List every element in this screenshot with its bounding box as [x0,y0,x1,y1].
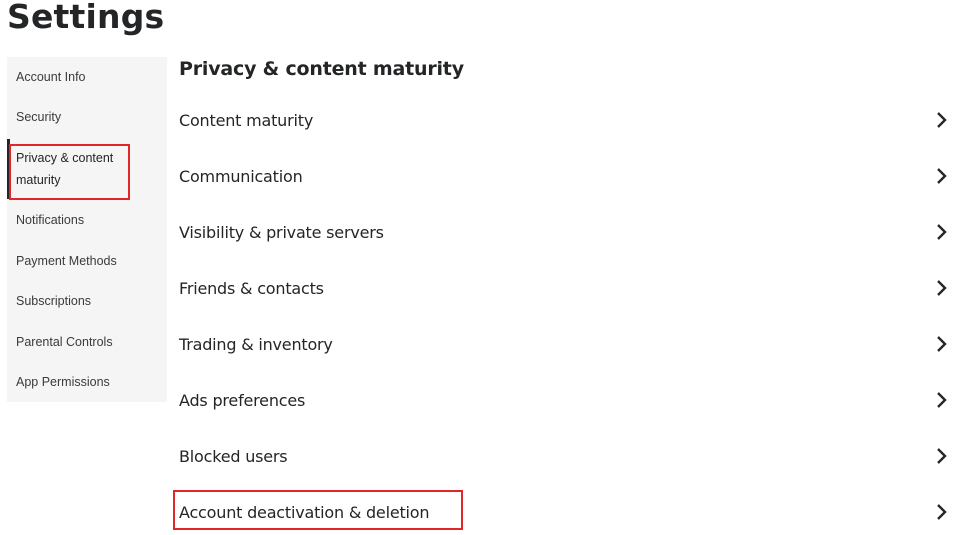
sidebar-item-privacy[interactable]: Privacy & content maturity [16,147,113,191]
sidebar-item-app-permissions[interactable]: App Permissions [16,371,110,393]
sidebar-item-account-info[interactable]: Account Info [16,66,86,88]
chevron-right-icon [937,112,947,128]
settings-sidebar: Account Info Security Privacy & content … [7,57,167,402]
row-friends-contacts[interactable]: Friends & contacts [179,268,951,308]
active-indicator [7,139,10,199]
chevron-right-icon [937,224,947,240]
chevron-right-icon [937,168,947,184]
row-label: Visibility & private servers [179,222,384,242]
page-title: Settings [7,0,165,36]
row-account-deactivation[interactable]: Account deactivation & deletion [179,492,951,532]
sidebar-item-payment-methods[interactable]: Payment Methods [16,250,117,272]
row-label: Content maturity [179,110,314,130]
row-blocked-users[interactable]: Blocked users [179,436,951,476]
row-label: Blocked users [179,446,288,466]
sidebar-item-security[interactable]: Security [16,106,61,128]
row-ads-preferences[interactable]: Ads preferences [179,380,951,420]
section-title: Privacy & content maturity [179,58,464,80]
chevron-right-icon [937,448,947,464]
sidebar-item-label-line2: maturity [16,173,61,187]
row-trading-inventory[interactable]: Trading & inventory [179,324,951,364]
row-visibility[interactable]: Visibility & private servers [179,212,951,252]
chevron-right-icon [937,280,947,296]
row-label: Trading & inventory [179,334,333,354]
row-label: Communication [179,166,303,186]
sidebar-item-notifications[interactable]: Notifications [16,209,84,231]
row-label: Ads preferences [179,390,306,410]
row-label: Account deactivation & deletion [179,502,430,522]
sidebar-item-parental-controls[interactable]: Parental Controls [16,331,113,353]
chevron-right-icon [937,392,947,408]
row-communication[interactable]: Communication [179,156,951,196]
sidebar-item-subscriptions[interactable]: Subscriptions [16,290,91,312]
chevron-right-icon [937,504,947,520]
row-label: Friends & contacts [179,278,324,298]
row-content-maturity[interactable]: Content maturity [179,100,951,140]
sidebar-item-label-line1: Privacy & content [16,151,114,165]
chevron-right-icon [937,336,947,352]
